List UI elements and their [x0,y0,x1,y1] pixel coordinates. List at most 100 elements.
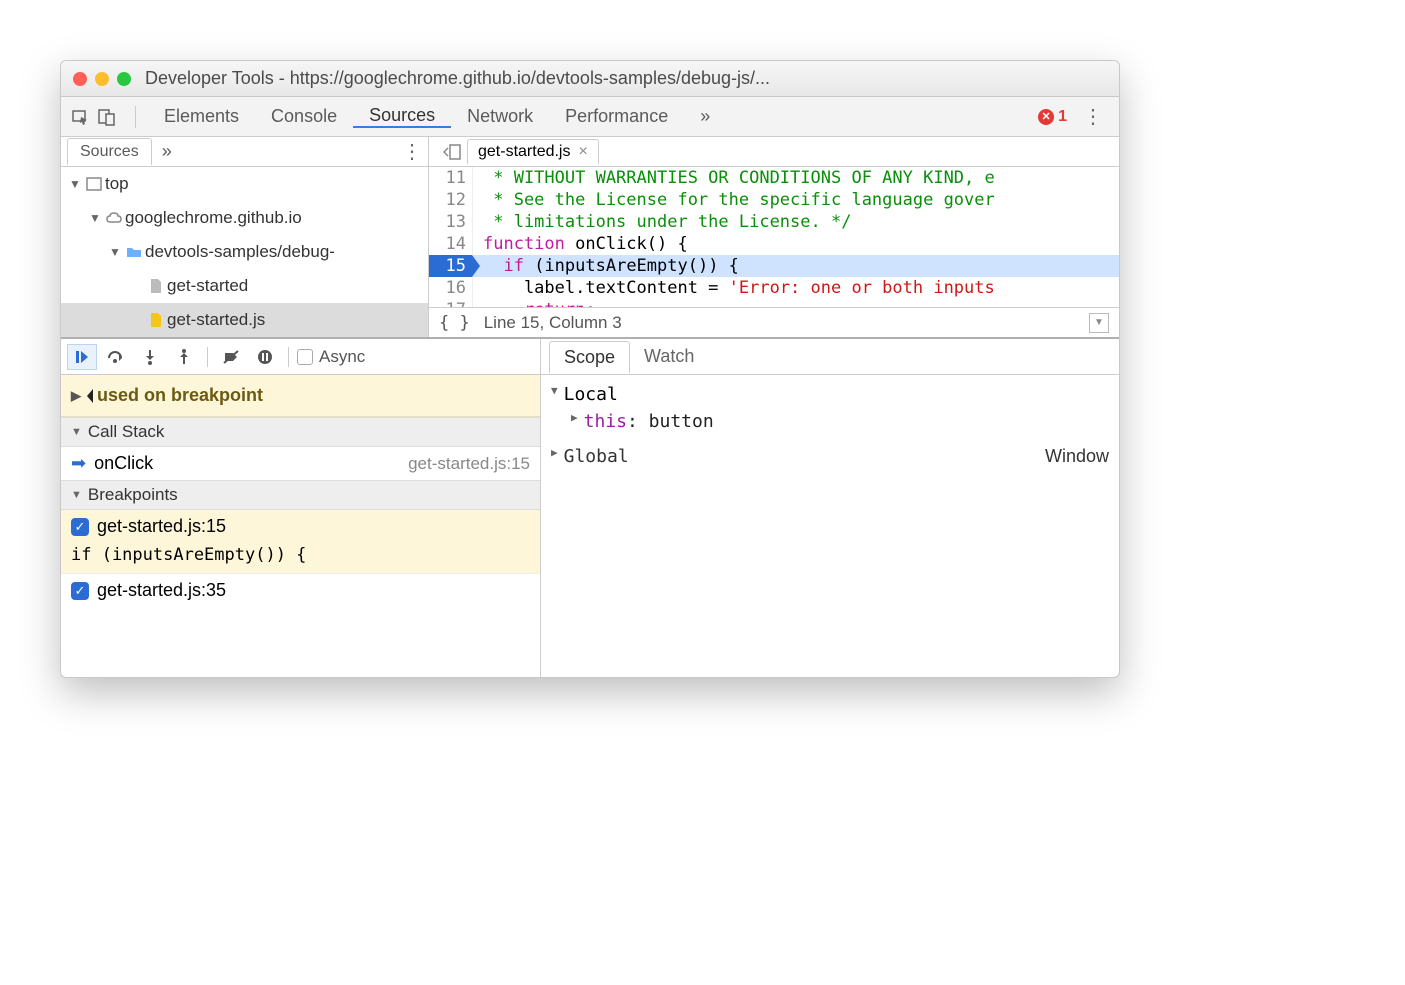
navigator-menu-icon[interactable]: ⋮ [396,139,428,164]
breakpoint-item[interactable]: ✓ get-started.js:15 [61,510,540,543]
breakpoint-label: get-started.js:35 [97,580,226,601]
code-line: return; [473,299,1119,307]
expand-icon: ▶ [71,388,81,404]
step-over-button[interactable] [101,344,131,370]
callstack-title: Call Stack [88,422,165,442]
collapse-icon: ▼ [71,426,82,438]
window-title: Developer Tools - https://googlechrome.g… [145,68,770,89]
tree-folder-label: devtools-samples/debug- [145,242,335,262]
deactivate-breakpoints-button[interactable] [216,344,246,370]
callstack-header[interactable]: ▼ Call Stack [61,417,540,447]
scope-local-label: Local [564,384,618,405]
menu-icon[interactable]: ⋮ [1077,104,1109,129]
tree-domain[interactable]: ▼ googlechrome.github.io [61,201,428,235]
async-label: Async [319,347,365,367]
tabs-overflow[interactable]: » [684,106,726,127]
device-toggle-icon[interactable] [97,107,117,127]
scope-this[interactable]: ▶ this: button [551,408,1109,435]
error-badge[interactable]: ✕ 1 [1038,108,1067,126]
cloud-icon [103,211,125,225]
file-tab-active[interactable]: get-started.js × [467,139,599,164]
callstack-frame[interactable]: ➡ onClick get-started.js:15 [61,447,540,480]
paused-banner[interactable]: ▶ used on breakpoint [61,375,540,417]
pretty-print-icon[interactable]: { } [439,313,470,333]
error-icon: ✕ [1038,109,1054,125]
code-line: * WITHOUT WARRANTIES OR CONDITIONS OF AN… [473,167,1119,189]
error-count: 1 [1058,108,1067,126]
navigator-tabs: Sources » ⋮ [61,137,428,167]
code-line: function onClick() { [473,233,1119,255]
scope-global-label: Global [564,446,629,467]
current-frame-icon: ➡ [71,453,86,474]
tree-folder[interactable]: ▼ devtools-samples/debug- [61,235,428,269]
step-into-button[interactable] [135,344,165,370]
collapse-icon: ▼ [551,384,558,405]
async-checkbox[interactable]: Async [297,347,365,367]
scope-local[interactable]: ▼ Local [551,381,1109,408]
frame-icon [83,177,105,191]
step-out-button[interactable] [169,344,199,370]
js-file-icon [145,312,167,328]
scope-global[interactable]: ▶ Global Window [551,443,1109,470]
line-num: 14 [429,233,472,255]
file-tree: ▼ top ▼ googlechrome.github.io ▼ devtool… [61,167,428,337]
navigator-panel: Sources » ⋮ ▼ top ▼ googlechrome.github.… [61,137,429,337]
traffic-lights [73,72,131,86]
line-num: 17 [429,299,472,307]
tab-network[interactable]: Network [451,106,549,127]
tab-console[interactable]: Console [255,106,353,127]
scope-global-value: Window [1045,446,1109,467]
tab-watch[interactable]: Watch [630,341,708,372]
breakpoint-checkbox[interactable]: ✓ [71,518,89,536]
close-tab-icon[interactable]: × [578,143,587,161]
gutter[interactable]: 11 12 13 14 15 16 17 [429,167,473,307]
code-line-current: if (inputsAreEmpty()) { [473,255,1119,277]
tab-performance[interactable]: Performance [549,106,684,127]
tree-top[interactable]: ▼ top [61,167,428,201]
tree-file-html-label: get-started [167,276,248,296]
minimize-window-icon[interactable] [95,72,109,86]
navigator-tabs-overflow[interactable]: » [152,141,182,162]
close-window-icon[interactable] [73,72,87,86]
scope-this-val: : button [627,411,714,432]
expand-icon: ▶ [571,411,578,432]
main-tabs: Elements Console Sources Network Perform… [61,97,1119,137]
body: Sources » ⋮ ▼ top ▼ googlechrome.github.… [61,137,1119,337]
devtools-window: Developer Tools - https://googlechrome.g… [60,60,1120,678]
line-num: 13 [429,211,472,233]
tab-elements[interactable]: Elements [148,106,255,127]
tab-sources[interactable]: Sources [353,105,451,128]
debugger-toolbar: Async [61,339,540,375]
tree-file-js-label: get-started.js [167,310,265,330]
tab-scope[interactable]: Scope [549,341,630,373]
file-icon [145,278,167,294]
pause-on-exceptions-button[interactable] [250,344,280,370]
nav-back-icon[interactable] [435,143,467,161]
file-tab-label: get-started.js [478,143,570,161]
checkbox-icon[interactable] [297,349,313,365]
code-editor[interactable]: 11 12 13 14 15 16 17 * WITHOUT WARRANTIE… [429,167,1119,307]
tree-file-html[interactable]: get-started [61,269,428,303]
scope-watch-tabs: Scope Watch [541,339,1119,375]
maximize-window-icon[interactable] [117,72,131,86]
dropdown-icon[interactable]: ▼ [1089,313,1109,333]
line-num-breakpoint[interactable]: 15 [429,255,472,277]
code-line: label.textContent = 'Error: one or both … [473,277,1119,299]
breakpoints-header[interactable]: ▼ Breakpoints [61,480,540,510]
editor-statusbar: { } Line 15, Column 3 ▼ [429,307,1119,337]
file-tabs: get-started.js × [429,137,1119,167]
scope-this-key: this [584,411,627,432]
resume-button[interactable] [67,344,97,370]
cursor-position: Line 15, Column 3 [484,313,622,333]
breakpoint-item[interactable]: ✓ get-started.js:35 [61,574,540,607]
tree-file-js[interactable]: get-started.js [61,303,428,337]
line-num: 16 [429,277,472,299]
editor-panel: get-started.js × 11 12 13 14 15 16 17 * … [429,137,1119,337]
breakpoint-checkbox[interactable]: ✓ [71,582,89,600]
line-num: 11 [429,167,472,189]
navigator-tab-sources[interactable]: Sources [67,138,152,165]
code-area[interactable]: * WITHOUT WARRANTIES OR CONDITIONS OF AN… [473,167,1119,307]
paused-label: used on breakpoint [97,385,263,406]
debugger-left: Async ▶ used on breakpoint ▼ Call Stack … [61,339,541,677]
inspect-icon[interactable] [71,107,91,127]
